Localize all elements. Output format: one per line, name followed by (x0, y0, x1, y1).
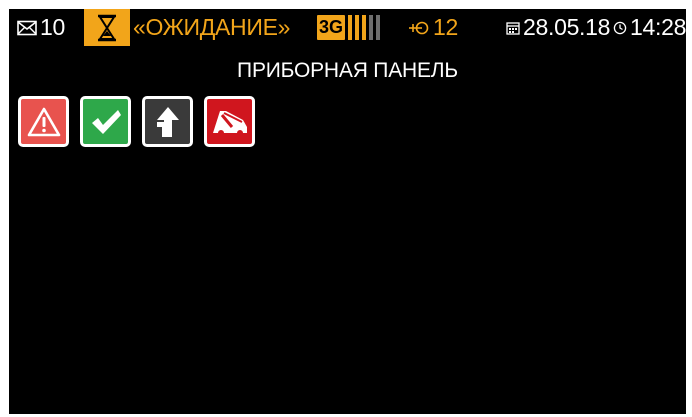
signal-bar (355, 15, 359, 40)
dashboard-icons (18, 96, 255, 147)
satellites-indicator: 12 (408, 9, 458, 46)
signal-strength-icon (348, 15, 380, 40)
state-text: «ОЖИДАНИЕ» (133, 14, 291, 40)
hourglass-indicator (84, 9, 130, 46)
upload-button[interactable] (142, 96, 193, 147)
check-icon (91, 109, 121, 134)
time-indicator: 14:28 (613, 9, 686, 46)
status-bar: 10 «ОЖИДАНИЕ» 3G 12 28.05.18 14:28 (9, 9, 686, 46)
warning-button[interactable] (18, 96, 69, 147)
signal-bar (369, 15, 373, 40)
ok-status-button[interactable] (80, 96, 131, 147)
messages-indicator[interactable]: 10 (17, 9, 65, 46)
signal-bar (348, 15, 352, 40)
state-indicator: «ОЖИДАНИЕ» (133, 9, 290, 46)
time-text: 14:28 (630, 14, 686, 40)
date-text: 28.05.18 (523, 14, 611, 40)
clock-icon (613, 21, 627, 34)
calendar-icon (506, 21, 520, 35)
page-title: ПРИБОРНАЯ ПАНЕЛЬ (237, 59, 458, 82)
arrow-up-icon (156, 106, 179, 137)
date-indicator: 28.05.18 (506, 9, 610, 46)
tow-truck-icon (212, 110, 247, 136)
hourglass-icon (98, 14, 116, 41)
satellites-count: 12 (433, 14, 458, 40)
tow-alert-button[interactable] (204, 96, 255, 147)
network-type-badge: 3G (317, 15, 345, 40)
warning-icon (27, 107, 60, 136)
envelope-icon (17, 20, 37, 35)
signal-bar (376, 15, 380, 40)
messages-count: 10 (40, 14, 65, 40)
satellite-antenna-icon (409, 21, 429, 34)
signal-bar (362, 15, 366, 40)
device-screen: 10 «ОЖИДАНИЕ» 3G 12 28.05.18 14:28 ПРИБО… (9, 9, 686, 414)
network-type: 3G (318, 17, 343, 37)
